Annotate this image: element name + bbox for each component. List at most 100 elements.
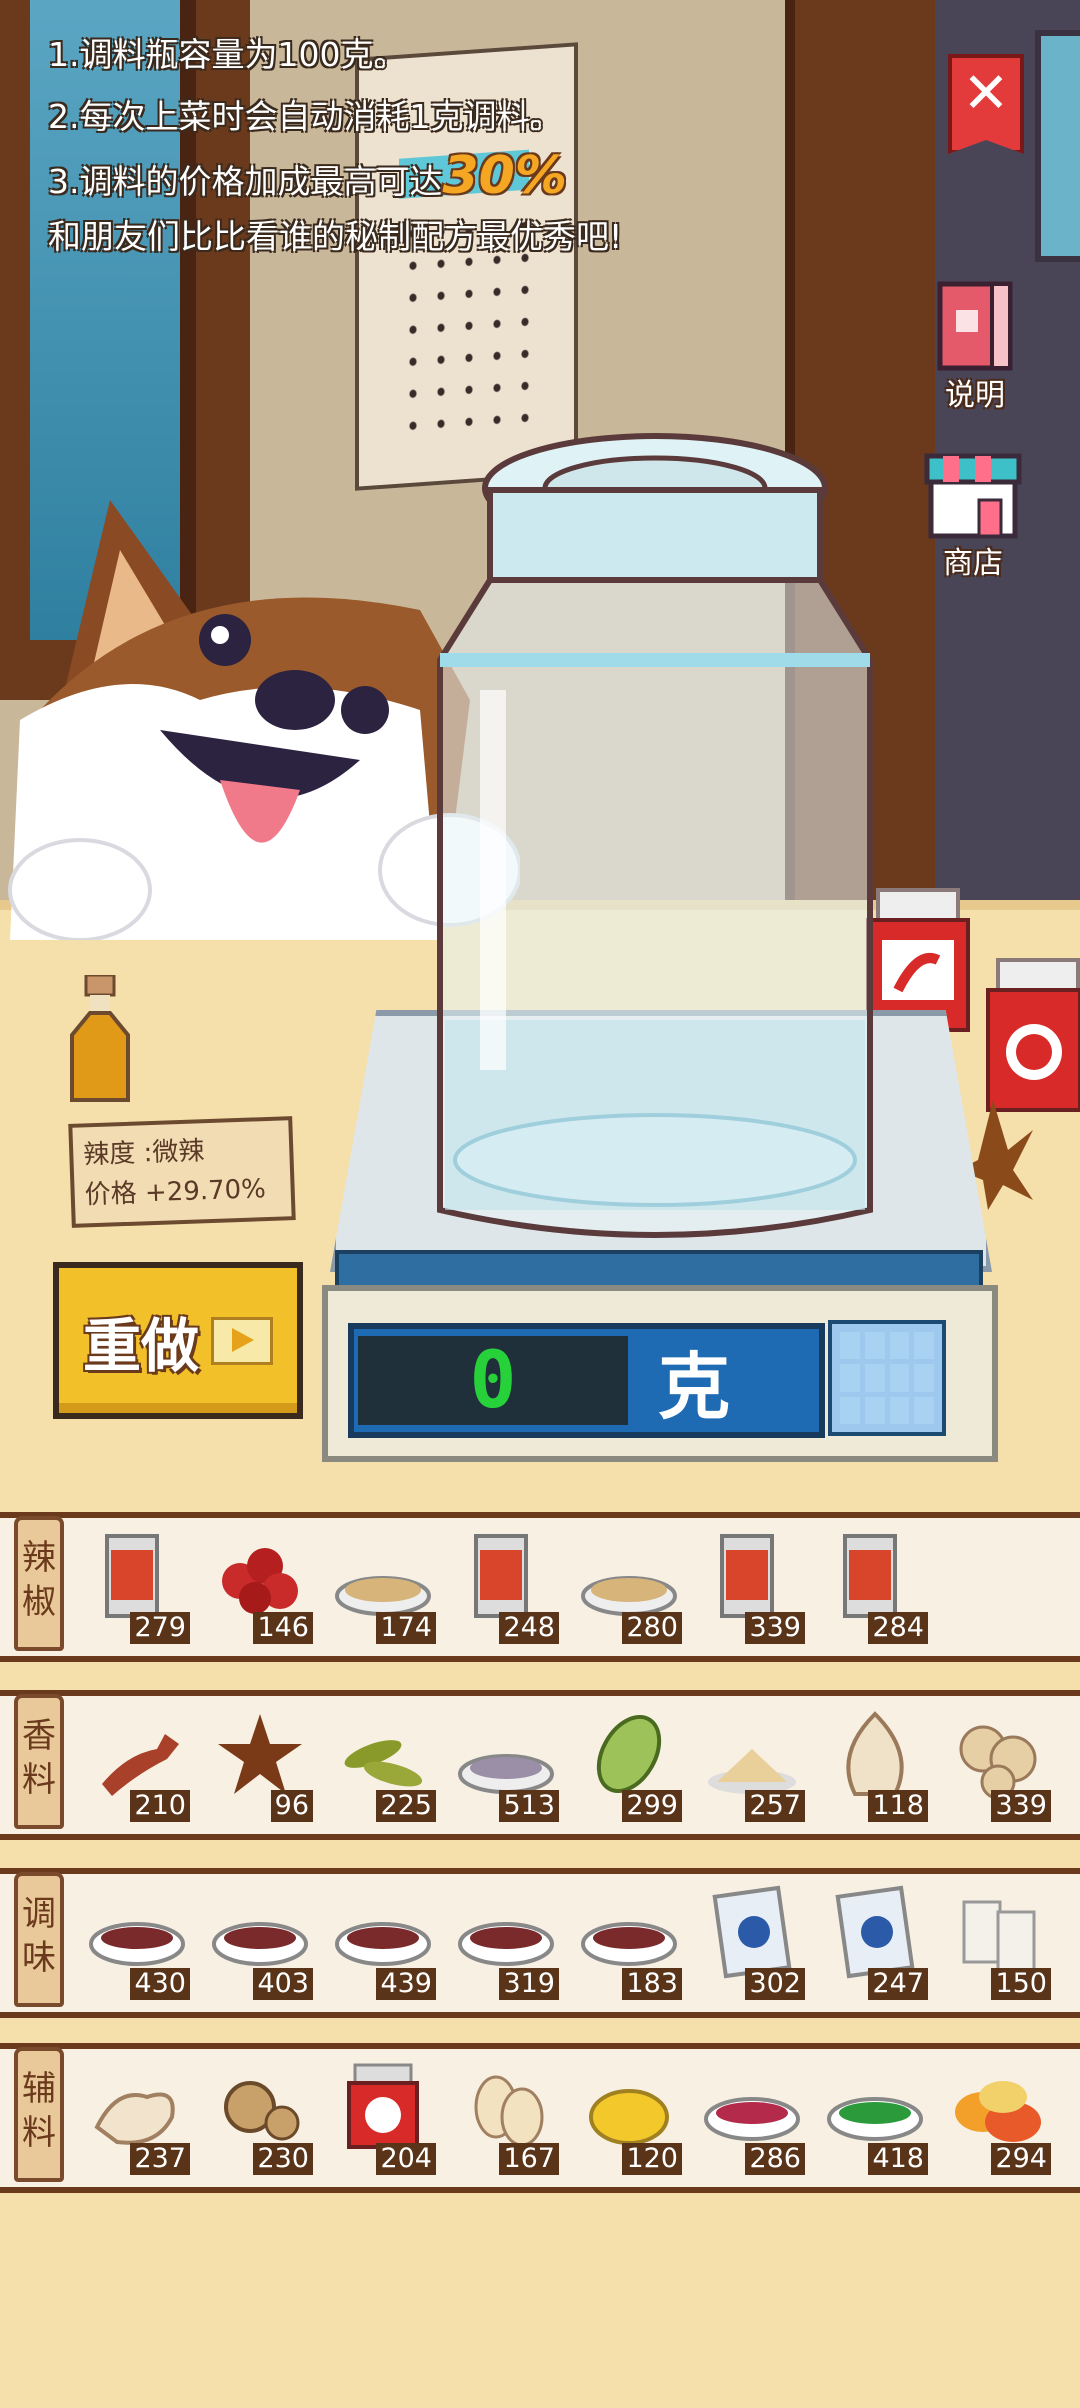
- ingredient-count: 302: [745, 1968, 805, 2000]
- garlic-icon: [846, 1711, 904, 1796]
- ingredient-item[interactable]: 183: [574, 1874, 684, 2004]
- packet-icon: [712, 1885, 792, 1979]
- seasoning-jar[interactable]: [420, 430, 890, 1250]
- ingredient-item[interactable]: 257: [697, 1696, 807, 1826]
- ingredient-count: 339: [991, 1790, 1051, 1822]
- peanut-icon: [474, 2075, 544, 2147]
- chili-powder-bowl-icon: [581, 1576, 677, 1616]
- ingredient-item[interactable]: 210: [82, 1696, 192, 1826]
- scale-keypad: [828, 1320, 946, 1436]
- star-anise-icon: [218, 1714, 302, 1794]
- ingredient-count: 248: [499, 1612, 559, 1644]
- ingredient-item[interactable]: 513: [451, 1696, 561, 1826]
- ingredient-count: 225: [376, 1790, 436, 1822]
- ingredient-item[interactable]: 204: [328, 2049, 438, 2179]
- ingredient-count: 439: [376, 1968, 436, 2000]
- cardamom-icon: [596, 1715, 662, 1793]
- tomato-jar-icon: [347, 2063, 419, 2149]
- ingredient-count: 96: [270, 1790, 313, 1822]
- ingredient-count: 118: [868, 1790, 928, 1822]
- ingredient-item[interactable]: 146: [205, 1518, 315, 1648]
- chili-can-icon: [843, 1534, 897, 1618]
- ingredient-item[interactable]: 150: [943, 1874, 1053, 2004]
- ingredient-count: 146: [253, 1612, 313, 1644]
- close-button[interactable]: ✕: [948, 54, 1024, 154]
- book-icon: [937, 281, 1013, 371]
- spice-info-card: 辣度 :微辣 价格 +29.70%: [68, 1116, 296, 1228]
- ingredient-item[interactable]: 96: [205, 1696, 315, 1826]
- shop-icon: [924, 453, 1022, 539]
- category-tag: 辅料: [14, 2047, 64, 2182]
- ginger-icon: [94, 2092, 175, 2145]
- ingredient-count: 280: [622, 1612, 682, 1644]
- ingredient-item[interactable]: 418: [820, 2049, 930, 2179]
- rule-line-1: 1.调料瓶容量为100克。: [48, 35, 407, 74]
- max-bonus-highlight: 30%: [442, 146, 567, 206]
- ingredient-item[interactable]: 403: [205, 1874, 315, 2004]
- ingredient-count: 183: [622, 1968, 682, 2000]
- ingredient-item[interactable]: 439: [328, 1874, 438, 2004]
- ingredient-count: 279: [130, 1612, 190, 1644]
- ingredient-item[interactable]: 284: [820, 1518, 930, 1648]
- help-button[interactable]: 说明: [920, 280, 1030, 414]
- ingredient-item[interactable]: 225: [328, 1696, 438, 1826]
- ingredient-item[interactable]: 339: [697, 1518, 807, 1648]
- close-icon: ✕: [962, 61, 1010, 126]
- category-tag: 调味: [14, 1872, 64, 2007]
- ingredient-item[interactable]: 430: [82, 1874, 192, 2004]
- ingredient-count: 430: [130, 1968, 190, 2000]
- wall-picture: [1035, 30, 1080, 262]
- clove-icon: [102, 1734, 179, 1796]
- berry-bowl-icon: [704, 2097, 800, 2141]
- sauce-bowl-icon: [458, 1922, 554, 1966]
- ingredient-item[interactable]: 279: [82, 1518, 192, 1648]
- ingredient-item[interactable]: 120: [574, 2049, 684, 2179]
- ingredient-item[interactable]: 174: [328, 1518, 438, 1648]
- help-label: 说明: [945, 378, 1005, 413]
- ingredient-count: 294: [991, 2143, 1051, 2175]
- ingredient-count: 339: [745, 1612, 805, 1644]
- chili-can-icon: [105, 1534, 159, 1618]
- ingredient-count: 418: [868, 2143, 928, 2175]
- rule-line-3-text: 3.调料的价格加成最高可达: [48, 162, 443, 201]
- weight-value: 0: [469, 1335, 517, 1426]
- ingredient-item[interactable]: 230: [205, 2049, 315, 2179]
- sugar-cube-icon: [962, 1900, 1036, 1974]
- ingredient-count: 230: [253, 2143, 313, 2175]
- ingredient-count: 286: [745, 2143, 805, 2175]
- play-icon: [211, 1316, 273, 1365]
- ingredient-item[interactable]: 280: [574, 1518, 684, 1648]
- packet-icon: [835, 1885, 915, 1979]
- shop-button[interactable]: 商店: [918, 450, 1028, 582]
- redo-button[interactable]: 重做: [53, 1262, 303, 1419]
- sauce-bowl-icon: [89, 1922, 185, 1966]
- green-pod-icon: [344, 1740, 423, 1787]
- redo-label: 重做: [82, 1311, 199, 1380]
- ingredient-count: 299: [622, 1790, 682, 1822]
- lemon-icon: [589, 2089, 669, 2145]
- ingredient-item[interactable]: 167: [451, 2049, 561, 2179]
- ingredient-item[interactable]: 248: [451, 1518, 561, 1648]
- ingredient-item[interactable]: 118: [820, 1696, 930, 1826]
- ingredient-count: 319: [499, 1968, 559, 2000]
- weight-unit: 克: [658, 1345, 731, 1429]
- chili-powder-bowl-icon: [335, 1576, 431, 1616]
- ingredient-item[interactable]: 339: [943, 1696, 1053, 1826]
- chili-can-icon: [474, 1534, 528, 1618]
- ingredient-count: 257: [745, 1790, 805, 1822]
- ingredient-item[interactable]: 294: [943, 2049, 1053, 2179]
- ingredient-count: 167: [499, 2143, 559, 2175]
- weight-screen: 0: [358, 1335, 628, 1426]
- ingredient-item[interactable]: 286: [697, 2049, 807, 2179]
- ingredient-item[interactable]: 319: [451, 1874, 561, 2004]
- ingredient-count: 174: [376, 1612, 436, 1644]
- ingredient-item[interactable]: 302: [697, 1874, 807, 2004]
- category-tag: 辣椒: [14, 1516, 64, 1651]
- walnut-icon: [224, 2081, 300, 2141]
- ingredient-item[interactable]: 237: [82, 2049, 192, 2179]
- ingredient-item[interactable]: 247: [820, 1874, 930, 2004]
- ingredient-item[interactable]: 299: [574, 1696, 684, 1826]
- chili-can-icon: [720, 1534, 774, 1618]
- category-tag: 香料: [14, 1694, 64, 1829]
- rule-line-2: 2.每次上菜时会自动消耗1克调料。: [48, 97, 563, 136]
